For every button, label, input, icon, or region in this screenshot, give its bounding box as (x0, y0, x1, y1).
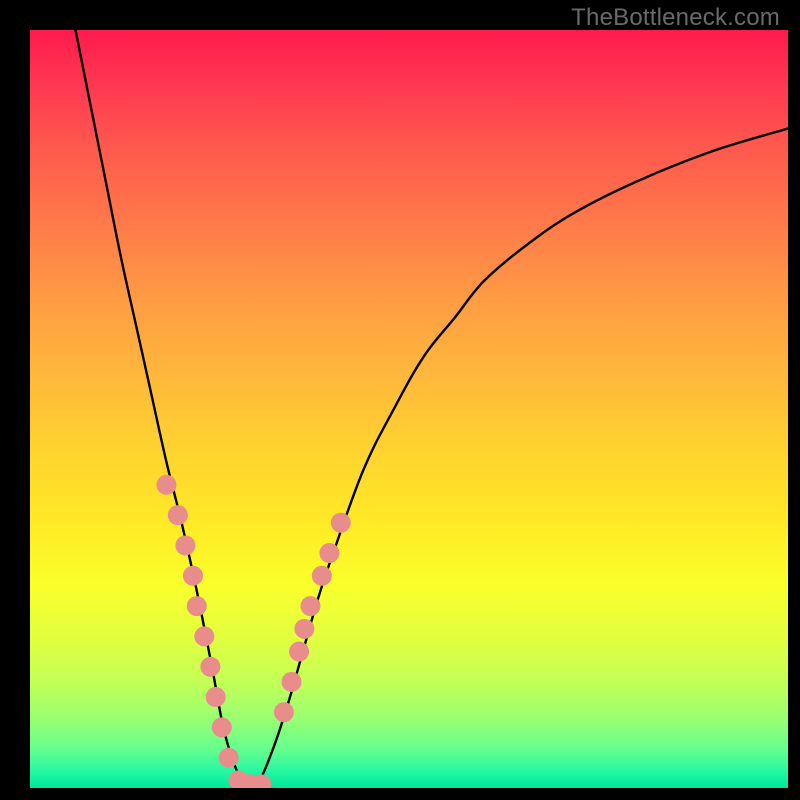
right-branch-dots-dot (319, 543, 339, 563)
left-branch-dots-dot (194, 626, 214, 646)
left-branch-dots-dot (156, 475, 176, 495)
plot-area (30, 30, 788, 788)
left-branch-dots-dot (219, 748, 239, 768)
left-branch-dots-dot (200, 657, 220, 677)
right-branch-dots-dot (282, 672, 302, 692)
bottleneck-curve (75, 30, 788, 788)
curve-layer (30, 30, 788, 788)
chart-frame: TheBottleneck.com (0, 0, 800, 800)
left-branch-dots-dot (175, 535, 195, 555)
right-branch-dots-dot (300, 596, 320, 616)
left-branch-dots-dot (212, 717, 232, 737)
left-branch-dots-dot (206, 687, 226, 707)
left-branch-dots-dot (168, 505, 188, 525)
right-branch-dots-dot (331, 513, 351, 533)
bottleneck-curve (75, 30, 788, 788)
left-branch-dots-dot (183, 566, 203, 586)
marker-dots (156, 475, 350, 788)
left-branch-dots-dot (187, 596, 207, 616)
right-branch-dots-dot (274, 702, 294, 722)
right-branch-dots-dot (289, 642, 309, 662)
watermark-text: TheBottleneck.com (571, 4, 780, 32)
right-branch-dots-dot (294, 619, 314, 639)
right-branch-dots-dot (312, 566, 332, 586)
